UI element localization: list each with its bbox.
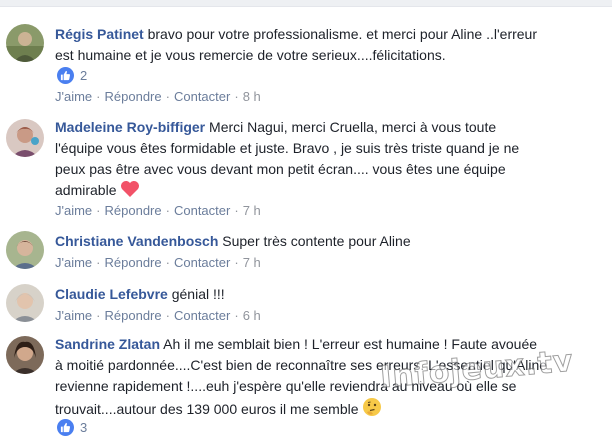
like-icon (57, 66, 74, 84)
comment-text: génial !!! (171, 286, 225, 302)
comment-body: Claudie Lefebvre génial !!! (55, 284, 603, 305)
comment-actions: J'aime · Répondre · Contacter · 6 h (55, 308, 261, 323)
contact-link[interactable]: Contacter (174, 203, 230, 218)
heart-emoji (120, 180, 140, 204)
reaction-count-value: 3 (80, 419, 88, 435)
separator: · (165, 308, 170, 323)
comment-time[interactable]: 7 h (243, 255, 261, 270)
separator: · (96, 308, 101, 323)
avatar[interactable] (6, 231, 44, 269)
comment-time[interactable]: 7 h (243, 203, 261, 218)
contact-link[interactable]: Contacter (174, 308, 230, 323)
comment-text: Merci Nagui, merci Cruella, merci à vous… (209, 119, 497, 135)
avatar[interactable] (6, 119, 44, 157)
separator: · (96, 203, 101, 218)
avatar[interactable] (6, 24, 44, 62)
comment-time[interactable]: 6 h (243, 308, 261, 323)
like-link[interactable]: J'aime (55, 255, 92, 270)
separator: · (165, 255, 170, 270)
avatar[interactable] (6, 284, 44, 322)
comment-body: Christiane Vandenbosch Super très conten… (55, 231, 603, 252)
comment-text: trouvait....autour des 139 000 euros il … (55, 401, 359, 417)
comment-actions: J'aime · Répondre · Contacter · 7 h (55, 255, 261, 270)
contact-link[interactable]: Contacter (174, 89, 230, 104)
contact-link[interactable]: Contacter (174, 255, 230, 270)
comment-text: Super très contente pour Aline (222, 233, 411, 249)
separator: · (234, 255, 239, 270)
reply-link[interactable]: Répondre (105, 89, 162, 104)
separator: · (165, 89, 170, 104)
comment-body: Régis Patinet bravo pour votre professio… (55, 24, 603, 66)
comment-text: admirable (55, 182, 117, 198)
separator: · (234, 203, 239, 218)
separator: · (165, 203, 170, 218)
comment-author[interactable]: Madeleine Roy-biffiger (55, 119, 205, 135)
like-link[interactable]: J'aime (55, 308, 92, 323)
like-icon (57, 418, 74, 436)
separator: · (234, 89, 239, 104)
comment-author[interactable]: Sandrine Zlatan (55, 336, 160, 352)
separator: · (96, 89, 101, 104)
reaction-count[interactable]: 3 (57, 418, 87, 436)
reaction-count[interactable]: 2 (57, 66, 87, 84)
comment-body: Madeleine Roy-biffiger Merci Nagui, merc… (55, 117, 603, 204)
reply-link[interactable]: Répondre (105, 308, 162, 323)
comment-text: l'équipe vous êtes formidable et juste. … (55, 140, 520, 156)
comment-time[interactable]: 8 h (243, 89, 261, 104)
separator: · (234, 308, 239, 323)
like-link[interactable]: J'aime (55, 203, 92, 218)
comment-text: est humaine et je vous remercie de votre… (55, 47, 446, 63)
comment-text: peux pas être avec vous devant mon petit… (55, 161, 506, 177)
comment-author[interactable]: Claudie Lefebvre (55, 286, 168, 302)
separator: · (96, 255, 101, 270)
thinking-emoji (362, 397, 382, 423)
avatar[interactable] (6, 336, 44, 374)
reaction-count-value: 2 (80, 67, 88, 83)
comment-text: bravo pour votre professionalisme. et me… (147, 26, 537, 42)
comment-text: Ah il me semblait bien ! L'erreur est hu… (163, 336, 538, 352)
comment-author[interactable]: Régis Patinet (55, 26, 144, 42)
comment-actions: J'aime · Répondre · Contacter · 8 h (55, 89, 261, 104)
comment-actions: J'aime · Répondre · Contacter · 7 h (55, 203, 261, 218)
comment-author[interactable]: Christiane Vandenbosch (55, 233, 218, 249)
reply-link[interactable]: Répondre (105, 255, 162, 270)
like-link[interactable]: J'aime (55, 89, 92, 104)
top-divider (0, 0, 612, 7)
reply-link[interactable]: Répondre (105, 203, 162, 218)
